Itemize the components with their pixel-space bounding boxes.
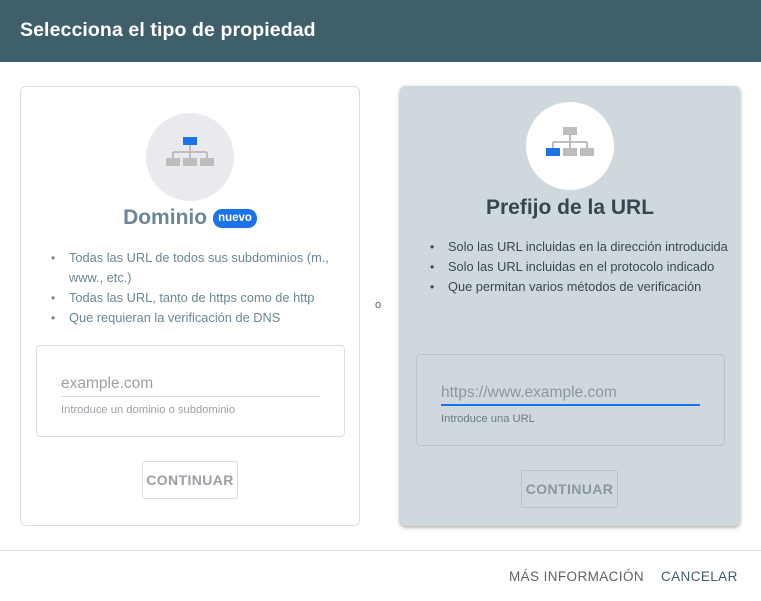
list-item: Que requieran la verificación de DNS [50, 308, 350, 328]
list-item: Solo las URL incluidas en el protocolo i… [429, 257, 729, 277]
sitemap-root-icon [146, 113, 234, 201]
dialog-header: Selecciona el tipo de propiedad [0, 0, 761, 62]
url-prefix-field-box: Introduce una URL [416, 354, 725, 446]
list-item: Solo las URL incluidas en la dirección i… [429, 237, 729, 257]
domain-input-underline [61, 396, 320, 397]
url-prefix-title-row: Prefijo de la URL [400, 196, 740, 220]
cancel-button[interactable]: CANCELAR [661, 569, 738, 584]
domain-card-title: Dominio [123, 206, 208, 229]
domain-title-row: Dominio nuevo [21, 206, 359, 230]
domain-input-hint: Introduce un dominio o subdominio [61, 404, 236, 416]
domain-continue-button[interactable]: CONTINUAR [142, 461, 238, 499]
url-input-hint: Introduce una URL [441, 413, 535, 425]
or-separator: o [375, 299, 382, 311]
domain-input[interactable] [61, 372, 320, 396]
domain-feature-list: Todas las URL de todos sus subdominios (… [50, 248, 350, 328]
list-item: Todas las URL, tanto de https como de ht… [50, 288, 350, 308]
url-input-underline [441, 404, 700, 406]
list-item: Que permitan varios métodos de verificac… [429, 277, 729, 297]
url-input[interactable] [441, 381, 700, 405]
sitemap-branch-icon [526, 102, 614, 190]
url-prefix-feature-list: Solo las URL incluidas en la dirección i… [429, 237, 729, 297]
domain-field-box: Introduce un dominio o subdominio [36, 345, 345, 437]
url-prefix-card-title: Prefijo de la URL [485, 196, 655, 219]
new-badge: nuevo [213, 208, 257, 228]
url-prefix-continue-button[interactable]: CONTINUAR [521, 470, 618, 508]
url-prefix-property-card[interactable]: Prefijo de la URL Solo las URL incluidas… [400, 86, 740, 526]
list-item: Todas las URL de todos sus subdominios (… [50, 248, 350, 288]
more-info-button[interactable]: MÁS INFORMACIÓN [509, 569, 644, 584]
domain-property-card[interactable]: Dominionuevo Todas las URL de todos sus … [20, 86, 360, 526]
footer-divider [0, 550, 761, 551]
dialog-title: Selecciona el tipo de propiedad [20, 19, 316, 41]
